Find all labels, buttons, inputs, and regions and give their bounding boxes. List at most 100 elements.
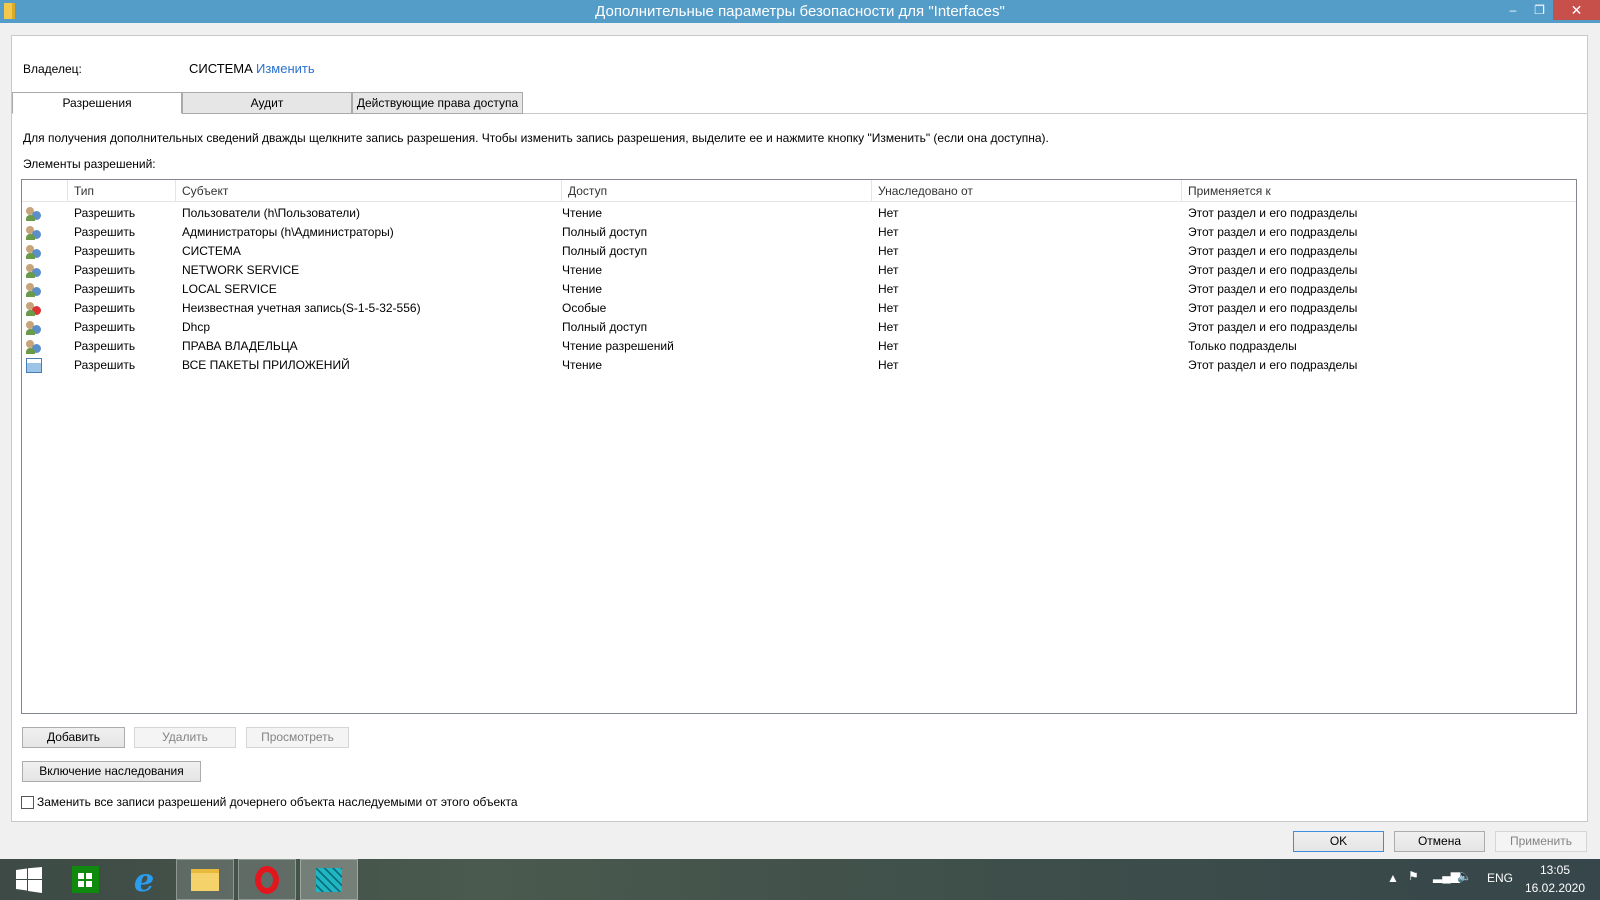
users-icon (26, 225, 42, 240)
tab-permissions[interactable]: Разрешения (12, 92, 182, 114)
cell-subject: Неизвестная учетная запись(S-1-5-32-556) (182, 301, 421, 315)
column-header-icon (22, 180, 68, 202)
cell-inherited: Нет (878, 282, 899, 296)
title-bar: Дополнительные параметры безопасности дл… (0, 0, 1600, 23)
cell-subject: NETWORK SERVICE (182, 263, 300, 277)
cell-applies: Этот раздел и его подразделы (1188, 358, 1358, 372)
network-signal-icon[interactable]: ▂▄▆ (1433, 869, 1460, 883)
restore-button[interactable]: ❐ (1526, 0, 1553, 20)
cell-inherited: Нет (878, 339, 899, 353)
info-text: Для получения дополнительных сведений дв… (23, 131, 1049, 145)
cell-access: Полный доступ (562, 244, 648, 258)
taskbar-internet-explorer[interactable]: e (115, 859, 173, 900)
cell-type: Разрешить (74, 358, 136, 372)
cell-type: Разрешить (74, 244, 136, 258)
cell-type: Разрешить (74, 339, 136, 353)
cell-applies: Этот раздел и его подразделы (1188, 282, 1358, 296)
minimize-button[interactable]: – (1500, 0, 1526, 20)
cell-type: Разрешить (74, 282, 136, 296)
owner-value: СИСТЕМА (189, 61, 253, 76)
permission-entry-row[interactable]: Разрешить Dhcp Полный доступ Нет Этот раздел… (22, 318, 1576, 337)
cell-access: Полный доступ (562, 320, 648, 334)
view-button[interactable]: Просмотреть (246, 727, 349, 748)
cell-inherited: Нет (878, 206, 899, 220)
change-owner-link[interactable]: Изменить (256, 61, 315, 76)
cell-inherited: Нет (878, 225, 899, 239)
cell-applies: Этот раздел и его подразделы (1188, 206, 1358, 220)
cell-access: Чтение (562, 206, 603, 220)
cell-applies: Этот раздел и его подразделы (1188, 244, 1358, 258)
permission-entry-row[interactable]: Разрешить Неизвестная учетная запись(S-1-… (22, 299, 1576, 318)
cell-subject: Администраторы (h\Администраторы) (182, 225, 394, 239)
replace-child-permissions-label: Заменить все записи разрешений дочернего… (37, 795, 518, 809)
users-icon (26, 339, 42, 354)
column-header-inherited[interactable]: Унаследовано от (872, 180, 1182, 202)
cell-inherited: Нет (878, 244, 899, 258)
cell-access: Полный доступ (562, 225, 648, 239)
apply-button[interactable]: Применить (1495, 831, 1587, 852)
file-explorer-icon (191, 868, 219, 891)
clock-date[interactable]: 16.02.2020 (1522, 881, 1588, 895)
users-icon (26, 282, 42, 297)
cell-subject: ПРАВА ВЛАДЕЛЬЦА (182, 339, 298, 353)
cell-type: Разрешить (74, 263, 136, 277)
cell-subject: Пользователи (h\Пользователи) (182, 206, 360, 220)
store-icon (71, 866, 99, 893)
cell-applies: Только подразделы (1188, 339, 1297, 353)
tab-effective-access[interactable]: Действующие права доступа (352, 92, 523, 114)
cell-type: Разрешить (74, 206, 136, 220)
tab-audit[interactable]: Аудит (182, 92, 352, 114)
start-button[interactable] (0, 859, 58, 900)
taskbar-store[interactable] (56, 859, 114, 900)
close-button[interactable]: ✕ (1553, 0, 1600, 20)
permission-entry-row[interactable]: Разрешить СИСТЕМА Полный доступ Нет Этот раз… (22, 242, 1576, 261)
app-packages-icon (26, 358, 42, 373)
add-button[interactable]: Добавить (22, 727, 125, 748)
cell-type: Разрешить (74, 320, 136, 334)
permission-entry-row[interactable]: Разрешить LOCAL SERVICE Чтение Нет Этот разд… (22, 280, 1576, 299)
column-header-subject[interactable]: Субъект (176, 180, 562, 202)
cell-access: Особые (562, 301, 607, 315)
language-indicator[interactable]: ENG (1487, 871, 1513, 885)
users-icon (26, 244, 42, 259)
window-title: Дополнительные параметры безопасности дл… (595, 3, 1005, 20)
permission-entry-row[interactable]: Разрешить Администраторы (h\Администратор… (22, 223, 1576, 242)
column-header-type[interactable]: Тип (68, 180, 176, 202)
column-header-access[interactable]: Доступ (562, 180, 872, 202)
taskbar-opera[interactable] (238, 859, 296, 900)
permission-entry-row[interactable]: Разрешить ВСЕ ПАКЕТЫ ПРИЛОЖЕНИЙ Чтение Нет Э… (22, 356, 1576, 375)
enable-inheritance-button[interactable]: Включение наследования (22, 761, 201, 782)
cell-inherited: Нет (878, 320, 899, 334)
clock-time[interactable]: 13:05 (1525, 863, 1585, 877)
cancel-button[interactable]: Отмена (1394, 831, 1485, 852)
show-hidden-icons-button[interactable]: ▲ (1387, 871, 1399, 885)
permission-entry-row[interactable]: Разрешить NETWORK SERVICE Чтение Нет Этот ра… (22, 261, 1576, 280)
action-center-flag-icon[interactable]: ⚑ (1408, 869, 1419, 883)
cell-subject: LOCAL SERVICE (182, 282, 277, 296)
cell-subject: СИСТЕМА (182, 244, 241, 258)
cell-access: Чтение (562, 263, 603, 277)
permission-entry-row[interactable]: Разрешить Пользователи (h\Пользователи) Чт… (22, 204, 1576, 223)
windows-logo-icon (16, 866, 42, 893)
cell-applies: Этот раздел и его подразделы (1188, 263, 1358, 277)
taskbar-file-explorer[interactable] (176, 859, 234, 900)
cell-subject: ВСЕ ПАКЕТЫ ПРИЛОЖЕНИЙ (182, 358, 350, 372)
users-icon (26, 263, 42, 278)
registry-editor-icon (316, 867, 342, 892)
taskbar-registry-editor[interactable] (300, 859, 358, 900)
cell-applies: Этот раздел и его подразделы (1188, 301, 1358, 315)
taskbar: e ▲ ⚑ ▂▄▆ 🔈 ENG 13:05 16.02.2020 (0, 859, 1600, 900)
permission-entries-label: Элементы разрешений: (23, 157, 156, 171)
cell-subject: Dhcp (182, 320, 211, 334)
volume-icon[interactable]: 🔈 (1457, 869, 1472, 883)
ok-button[interactable]: OK (1293, 831, 1384, 852)
permission-entry-row[interactable]: Разрешить ПРАВА ВЛАДЕЛЬЦА Чтение разрешени… (22, 337, 1576, 356)
remove-button[interactable]: Удалить (134, 727, 236, 748)
internet-explorer-icon: e (133, 860, 155, 899)
column-header-applies[interactable]: Применяется к (1182, 180, 1576, 202)
cell-access: Чтение (562, 282, 603, 296)
permission-entries-list[interactable]: Тип Субъект Доступ Унаследовано от Приме… (21, 179, 1577, 714)
owner-label: Владелец: (23, 62, 82, 76)
cell-applies: Этот раздел и его подразделы (1188, 225, 1358, 239)
replace-child-permissions-checkbox[interactable] (21, 796, 34, 809)
